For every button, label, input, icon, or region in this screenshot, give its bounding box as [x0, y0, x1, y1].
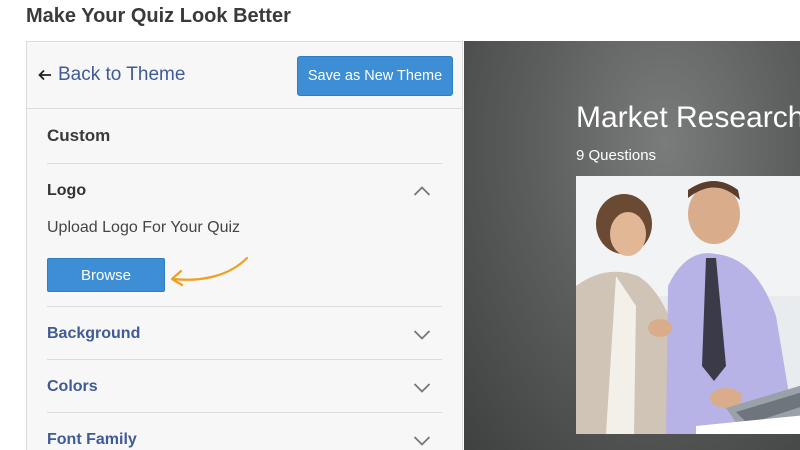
preview-quiz-title: Market Research [576, 101, 800, 134]
section-colors-header[interactable]: Colors [47, 378, 98, 396]
custom-heading: Custom [47, 126, 111, 145]
chevron-down-icon[interactable] [413, 435, 431, 447]
save-as-new-theme-button[interactable]: Save as New Theme [297, 56, 453, 96]
quiz-preview: Market Research 9 Questions [464, 41, 800, 450]
section-logo-header[interactable]: Logo [47, 182, 86, 200]
quiz-cover-photo [576, 176, 800, 434]
divider [47, 412, 442, 413]
back-to-theme-link[interactable]: Back to Theme [38, 64, 185, 86]
panel-header: Back to Theme Save as New Theme [27, 42, 462, 109]
divider [47, 306, 442, 307]
annotation-arrow-icon [170, 256, 249, 287]
section-background-header[interactable]: Background [47, 325, 140, 343]
chevron-up-icon[interactable] [413, 185, 431, 197]
back-link-label: Back to Theme [58, 64, 186, 85]
arrow-left-icon [38, 69, 51, 81]
theme-editor-panel: Back to Theme Save as New Theme Custom L… [26, 41, 463, 450]
page-title: Make Your Quiz Look Better [26, 5, 291, 27]
preview-question-count: 9 Questions [576, 147, 657, 164]
chevron-down-icon[interactable] [413, 382, 431, 394]
section-font-family-header[interactable]: Font Family [47, 431, 137, 449]
divider [47, 163, 442, 164]
upload-logo-text: Upload Logo For Your Quiz [47, 219, 241, 236]
browse-button[interactable]: Browse [47, 258, 165, 292]
chevron-down-icon[interactable] [413, 329, 431, 341]
divider [47, 359, 442, 360]
